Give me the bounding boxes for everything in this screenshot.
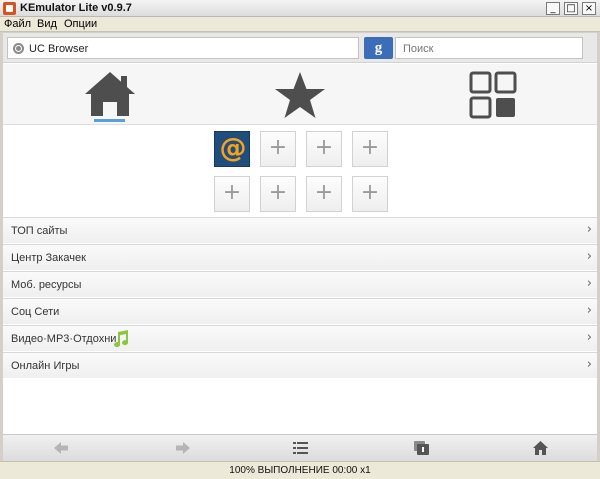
chevron-right-icon: › bbox=[586, 357, 592, 372]
star-icon bbox=[275, 72, 325, 118]
category-label: Онлайн Игры bbox=[11, 360, 80, 372]
house-icon bbox=[85, 72, 135, 116]
status-text: 100% ВЫПОЛНЕНИЕ 00:00 x1 bbox=[229, 465, 371, 476]
chevron-right-icon: › bbox=[586, 222, 592, 237]
globe-icon bbox=[13, 43, 24, 54]
speed-dial-mail[interactable]: @ bbox=[214, 131, 250, 167]
mail-icon: @ bbox=[219, 133, 247, 164]
window-title: KEmulator Lite v0.9.7 bbox=[20, 2, 132, 14]
search-field[interactable] bbox=[395, 37, 583, 59]
category-social[interactable]: Соц Сети › bbox=[3, 298, 597, 325]
app-icon bbox=[3, 2, 16, 15]
category-label: Соц Сети bbox=[11, 306, 60, 318]
address-bar: g bbox=[3, 33, 597, 63]
windows-icon bbox=[414, 441, 429, 455]
chevron-right-icon: › bbox=[586, 276, 592, 291]
close-button[interactable]: × bbox=[582, 2, 596, 15]
back-arrow-icon bbox=[54, 442, 68, 454]
home-icon bbox=[533, 441, 548, 455]
google-icon[interactable]: g bbox=[364, 37, 393, 59]
menu-view[interactable]: Вид bbox=[37, 18, 57, 30]
menu-bar: Файл Вид Опции bbox=[0, 17, 600, 32]
url-input[interactable] bbox=[29, 41, 349, 56]
menu-options[interactable]: Опции bbox=[64, 18, 97, 30]
tab-bar bbox=[3, 64, 597, 125]
category-label: Видео·MP3·Отдохни bbox=[11, 333, 117, 345]
search-input[interactable] bbox=[403, 41, 573, 56]
menu-button[interactable] bbox=[239, 435, 357, 462]
category-label: ТОП сайты bbox=[11, 225, 68, 237]
category-top-sites[interactable]: ТОП сайты › bbox=[3, 217, 597, 244]
url-field[interactable] bbox=[7, 37, 359, 59]
music-note-icon bbox=[114, 330, 129, 348]
home-button[interactable] bbox=[475, 435, 593, 462]
emulator-screen: g @ bbox=[3, 33, 597, 461]
minimize-button[interactable]: _ bbox=[546, 2, 560, 15]
category-mobile-resources[interactable]: Моб. ресурсы › bbox=[3, 271, 597, 298]
category-label: Моб. ресурсы bbox=[11, 279, 82, 291]
bottom-nav bbox=[3, 434, 597, 461]
grid-icon bbox=[469, 71, 517, 119]
maximize-button[interactable]: □ bbox=[564, 2, 578, 15]
status-bar: 100% ВЫПОЛНЕНИЕ 00:00 x1 bbox=[0, 461, 600, 479]
menu-list-icon bbox=[293, 442, 308, 454]
windows-button[interactable] bbox=[357, 435, 475, 462]
chevron-right-icon: › bbox=[586, 303, 592, 318]
forward-arrow-icon bbox=[176, 442, 190, 454]
tab-home[interactable] bbox=[3, 64, 201, 124]
chevron-right-icon: › bbox=[586, 249, 592, 264]
speed-dial-add[interactable]: + bbox=[260, 176, 296, 212]
title-bar: KEmulator Lite v0.9.7 _ □ × bbox=[0, 0, 600, 17]
active-tab-indicator bbox=[94, 119, 125, 122]
speed-dial: @ + + + + + + + bbox=[3, 125, 597, 217]
category-online-games[interactable]: Онлайн Игры › bbox=[3, 352, 597, 379]
speed-dial-add[interactable]: + bbox=[352, 131, 388, 167]
speed-dial-add[interactable]: + bbox=[260, 131, 296, 167]
chevron-right-icon: › bbox=[586, 330, 592, 345]
speed-dial-add[interactable]: + bbox=[214, 176, 250, 212]
speed-dial-add[interactable]: + bbox=[306, 176, 342, 212]
menu-file[interactable]: Файл bbox=[4, 18, 31, 30]
tab-apps[interactable] bbox=[399, 64, 597, 124]
category-downloads[interactable]: Центр Закачек › bbox=[3, 244, 597, 271]
back-button[interactable] bbox=[3, 435, 121, 462]
forward-button[interactable] bbox=[121, 435, 239, 462]
speed-dial-add[interactable]: + bbox=[306, 131, 342, 167]
category-video-mp3[interactable]: Видео·MP3·Отдохни › bbox=[3, 325, 597, 352]
category-label: Центр Закачек bbox=[11, 252, 86, 264]
speed-dial-add[interactable]: + bbox=[352, 176, 388, 212]
tab-favorites[interactable] bbox=[201, 64, 399, 124]
